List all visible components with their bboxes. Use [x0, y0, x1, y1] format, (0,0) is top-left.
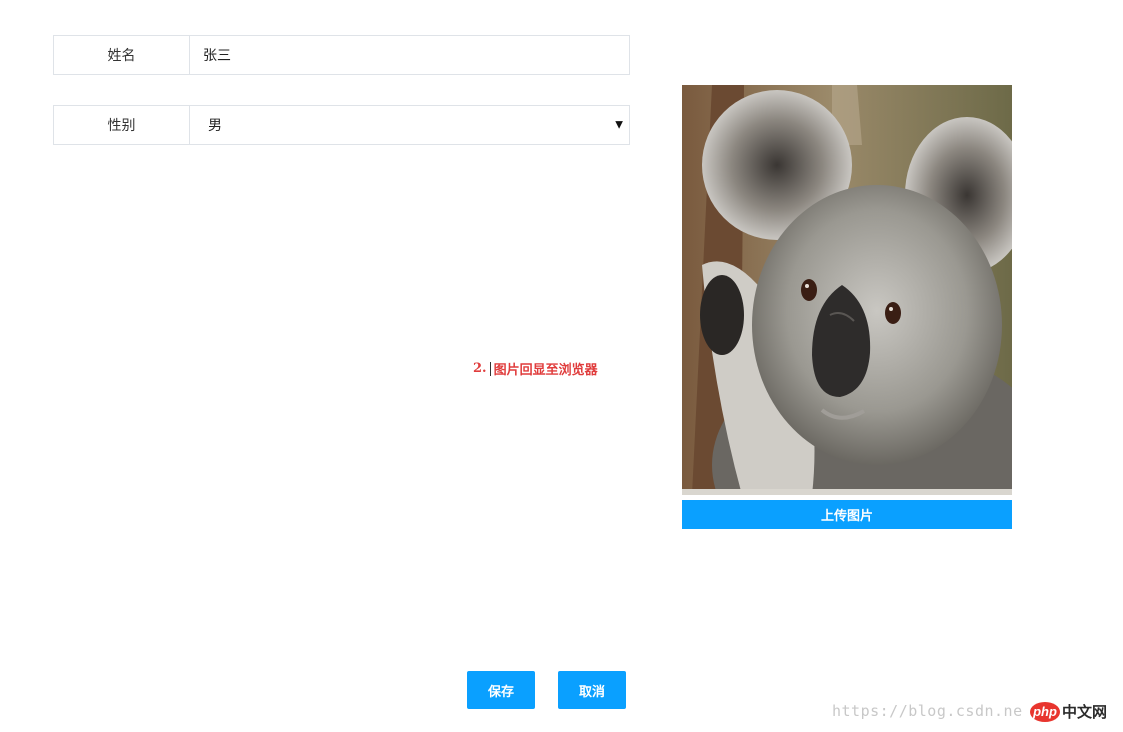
watermark-url: https://blog.csdn.ne [832, 702, 1023, 720]
caret-down-icon: ▼ [615, 119, 623, 131]
php-cn-logo: php 中文网 [1030, 701, 1107, 722]
name-row: 姓名 张三 [53, 35, 630, 75]
page: 姓名 张三 性别 男 ▼ 2. 图片回显至浏览器 上传图片 保存 取消 http… [0, 0, 1123, 732]
name-label: 姓名 [54, 36, 190, 74]
gender-label: 性别 [54, 106, 190, 144]
annotation-prefix: 2. [473, 361, 487, 376]
save-button[interactable]: 保存 [467, 671, 535, 709]
gender-selected-value: 男 [208, 118, 222, 134]
uploaded-image-preview [682, 85, 1012, 495]
php-logo-text: 中文网 [1062, 704, 1108, 721]
name-value: 张三 [203, 48, 231, 64]
php-logo-icon: php [1030, 701, 1060, 722]
text-cursor-icon [489, 361, 491, 376]
gender-select[interactable]: 男 ▼ [190, 106, 629, 144]
koala-photo-icon [682, 85, 1012, 495]
annotation-note: 2. 图片回显至浏览器 [473, 359, 598, 378]
cancel-button[interactable]: 取消 [558, 671, 626, 709]
gender-row: 性别 男 ▼ [53, 105, 630, 145]
name-input[interactable]: 张三 [190, 36, 629, 74]
upload-image-button[interactable]: 上传图片 [682, 500, 1012, 529]
annotation-text: 图片回显至浏览器 [493, 363, 598, 378]
